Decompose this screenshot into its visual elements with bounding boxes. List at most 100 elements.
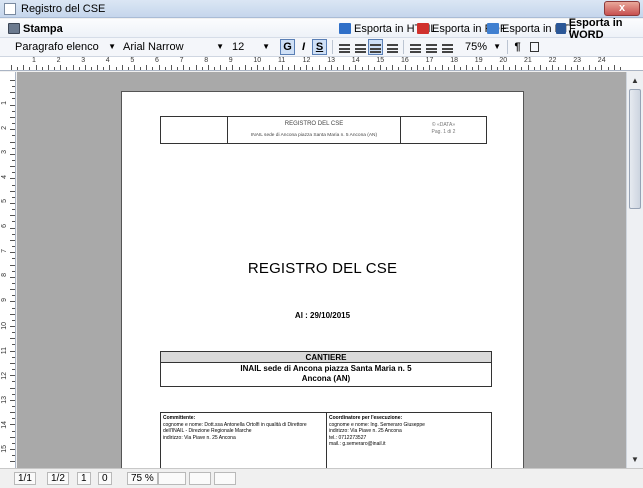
ruler-tick [281, 65, 283, 70]
ruler-number: 1 [32, 57, 36, 64]
ruler-number: 9 [1, 297, 8, 302]
ruler-tick [12, 282, 15, 284]
align-justify-button[interactable] [384, 39, 399, 55]
align-left-icon [339, 44, 350, 53]
ruler-tick [416, 65, 418, 70]
close-button[interactable]: x [604, 1, 640, 16]
ruler-number: 24 [597, 57, 606, 64]
ruler-tick [490, 65, 492, 70]
ruler-number: 14 [351, 57, 360, 64]
vertical-scrollbar[interactable]: ▲ ▼ [626, 72, 643, 468]
ruler-tick [423, 67, 425, 70]
numbered-list-icon [426, 44, 437, 53]
ruler-tick [90, 67, 92, 70]
ruler-tick [429, 65, 431, 70]
underline-button[interactable]: S [312, 39, 327, 55]
ruler-tick [459, 67, 461, 70]
scroll-up-icon[interactable]: ▲ [628, 73, 642, 88]
ruler-tick [312, 67, 314, 70]
document-page[interactable]: REGISTRO DEL CSE INAIL sede di Ancona pi… [121, 91, 524, 468]
ruler-tick [115, 67, 117, 70]
ruler-tick [12, 258, 15, 260]
ruler-tick [12, 332, 15, 334]
ruler-tick [12, 369, 15, 371]
horizontal-ruler[interactable]: 1 2 3 4 5 6 7 8 9 10 11 12 13 14 15 16 17 18 19 20 21 22 23 24 [0, 57, 643, 71]
ruler-tick [109, 65, 111, 70]
indent-button[interactable] [439, 39, 454, 55]
ruler-number: 11 [278, 57, 286, 64]
committente-line: indirizzo: Via Piave n. 25 Ancona [163, 434, 236, 441]
italic-button[interactable]: I [296, 39, 311, 55]
ruler-tick [140, 67, 142, 70]
align-right-button[interactable] [352, 39, 367, 55]
ruler-tick [10, 116, 15, 118]
ruler-number: 12 [302, 57, 311, 64]
export-word-button[interactable]: Esporta in WORD [556, 17, 643, 41]
ruler-tick [318, 65, 320, 70]
print-button[interactable]: Stampa [8, 21, 63, 36]
ruler-number: 3 [1, 150, 8, 155]
ruler-tick [146, 65, 148, 70]
size-select[interactable]: 12 ▼ [228, 39, 273, 55]
align-center-icon [370, 44, 381, 53]
ruler-tick [232, 65, 234, 70]
coordinatore-line: mail.: g.semeraro@inail.it [329, 441, 386, 447]
document-date: Al : 29/10/2015 [294, 311, 351, 320]
bold-button[interactable]: G [280, 39, 295, 55]
ruler-tick [361, 67, 363, 70]
numbered-list-button[interactable] [423, 39, 438, 55]
html-icon [339, 23, 351, 34]
document-area[interactable]: REGISTRO DEL CSE INAIL sede di Ancona pi… [17, 72, 626, 468]
style-select[interactable]: Paragrafo elenco ▼ [11, 39, 119, 55]
ruler-number: 6 [155, 57, 159, 64]
ruler-tick [12, 196, 15, 198]
ruler-number: 7 [179, 57, 184, 64]
size-value: 12 [232, 41, 245, 53]
align-center-button[interactable] [368, 39, 383, 55]
ruler-tick [103, 67, 105, 70]
status-column: 0 [98, 472, 112, 485]
ruler-tick [601, 65, 603, 70]
ruler-tick [84, 65, 86, 70]
vertical-ruler[interactable]: 1 2 3 4 5 6 7 8 9 10 11 12 13 14 15 [0, 72, 16, 468]
align-left-button[interactable] [336, 39, 351, 55]
ruler-tick [29, 67, 31, 70]
bullet-list-button[interactable] [407, 39, 422, 55]
show-formatting-button[interactable]: ¶ [510, 39, 525, 55]
toolbar-separator [403, 40, 404, 54]
cantiere-heading: CANTIERE [161, 352, 491, 363]
zoom-select[interactable]: 75% ▼ [461, 39, 504, 55]
chevron-down-icon: ▼ [216, 42, 224, 51]
ruler-tick [10, 239, 15, 241]
ruler-tick [12, 135, 15, 137]
ruler-tick [380, 65, 381, 70]
ruler-tick [410, 67, 412, 70]
ruler-tick [10, 190, 15, 192]
ruler-tick [515, 65, 517, 70]
ruler-tick [12, 307, 15, 309]
ruler-tick [607, 67, 609, 70]
ruler-tick [10, 461, 15, 463]
zoom-value: 75% [465, 41, 488, 53]
ruler-number: 3 [81, 57, 86, 64]
ruler-tick [195, 65, 197, 70]
ruler-tick [12, 381, 15, 383]
export-word-label: Esporta in WORD [568, 16, 623, 41]
document-title: REGISTRO DEL CSE [247, 260, 398, 277]
page-layout-button[interactable] [527, 39, 542, 55]
ruler-tick [546, 67, 548, 70]
ruler-tick [10, 350, 15, 352]
ruler-tick [12, 184, 15, 186]
ruler-tick [47, 65, 49, 70]
scrollbar-thumb[interactable] [629, 89, 641, 209]
ruler-tick [220, 65, 222, 70]
font-select[interactable]: Arial Narrow ▼ [119, 39, 227, 55]
ruler-number: 5 [130, 57, 135, 64]
ruler-tick [127, 67, 129, 70]
ruler-tick [539, 65, 541, 70]
status-empty-cell [189, 472, 211, 485]
align-justify-icon [387, 44, 398, 53]
ruler-number: 4 [105, 57, 110, 64]
scroll-down-icon[interactable]: ▼ [628, 452, 642, 467]
ruler-tick [10, 436, 15, 438]
